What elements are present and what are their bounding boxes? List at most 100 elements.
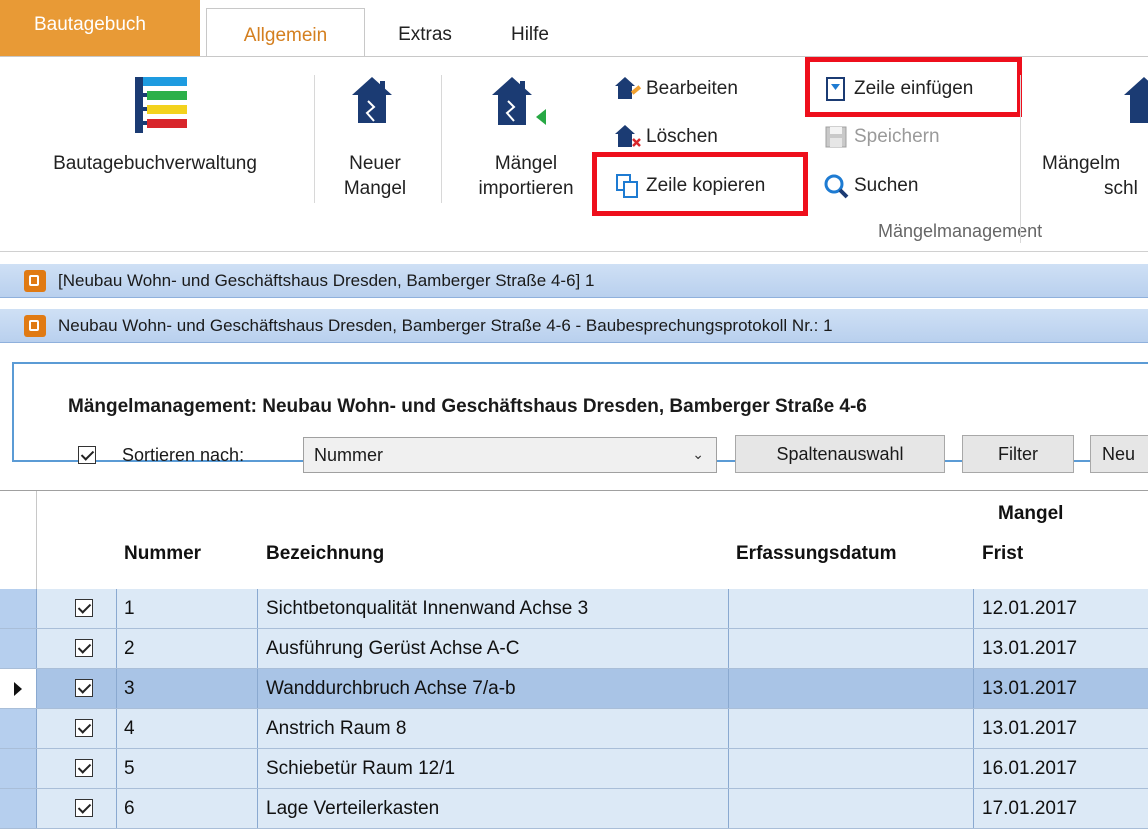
ribbon-separator (314, 75, 315, 203)
table-row[interactable]: 3 Wanddurchbruch Achse 7/a-b 13.01.2017 (0, 669, 1148, 709)
speichern-label: Speichern (854, 126, 940, 147)
tab-bautagebuch[interactable]: Bautagebuch (0, 0, 200, 56)
table-row[interactable]: 4 Anstrich Raum 8 13.01.2017 (0, 709, 1148, 749)
table-row[interactable]: 2 Ausführung Gerüst Achse A-C 13.01.2017 (0, 629, 1148, 669)
cell-nummer[interactable]: 2 (124, 629, 135, 668)
cell-divider (116, 749, 117, 788)
cell-nummer[interactable]: 1 (124, 589, 135, 628)
column-header-nummer[interactable]: Nummer (124, 543, 201, 565)
row-checkbox[interactable] (75, 679, 93, 697)
cell-divider (116, 709, 117, 748)
neu-button[interactable]: Neu (1090, 435, 1148, 473)
cell-divider (973, 669, 974, 708)
maengelmanagement-group-label: Mängelmanagement (878, 221, 1043, 241)
cell-bezeichnung[interactable]: Lage Verteilerkasten (266, 789, 439, 828)
column-header-frist[interactable]: Frist (982, 543, 1023, 565)
maengel-importieren-label-line1: Mängel (494, 153, 558, 174)
cell-bezeichnung[interactable]: Wanddurchbruch Achse 7/a-b (266, 669, 516, 708)
bautagebuchverwaltung-button[interactable]: Bautagebuchverwaltung (0, 57, 310, 207)
document-tab-1[interactable]: [Neubau Wohn- und Geschäftshaus Dresden,… (0, 264, 1148, 298)
cell-nummer[interactable]: 3 (124, 669, 135, 708)
cell-nummer[interactable]: 4 (124, 709, 135, 748)
row-header[interactable] (0, 629, 37, 668)
house-icon (352, 77, 392, 123)
cell-frist[interactable]: 12.01.2017 (982, 589, 1077, 628)
cell-divider (973, 709, 974, 748)
cell-divider (973, 629, 974, 668)
tab-allgemein-label: Allgemein (243, 25, 328, 46)
bearbeiten-button[interactable]: Bearbeiten (614, 72, 738, 106)
zeile-kopieren-highlight (592, 152, 808, 216)
column-header-bezeichnung[interactable]: Bezeichnung (266, 543, 384, 565)
tab-allgemein[interactable]: Allgemein (206, 8, 365, 57)
sort-select[interactable]: Nummer ⌄ (303, 437, 717, 473)
cell-divider (257, 789, 258, 828)
panel-title: Mängelmanagement: Neubau Wohn- und Gesch… (68, 396, 867, 417)
document-list-icon (135, 77, 187, 133)
cell-frist[interactable]: 16.01.2017 (982, 749, 1077, 788)
cell-divider (728, 669, 729, 708)
suchen-button[interactable]: Suchen (822, 169, 918, 203)
sort-label: Sortieren nach: (122, 445, 245, 465)
row-header[interactable] (0, 789, 37, 828)
row-checkbox[interactable] (75, 799, 93, 817)
bearbeiten-label: Bearbeiten (646, 78, 738, 99)
maengel-importieren-button[interactable]: Mängel importieren (462, 57, 590, 207)
speichern-button[interactable]: Speichern (822, 120, 940, 154)
maengel-importieren-label-line2: importieren (478, 178, 574, 199)
house-import-icon (492, 77, 546, 125)
cell-frist[interactable]: 17.01.2017 (982, 789, 1077, 828)
table-row[interactable]: 5 Schiebetür Raum 12/1 16.01.2017 (0, 749, 1148, 789)
spaltenauswahl-button[interactable]: Spaltenauswahl (735, 435, 945, 473)
suchen-label: Suchen (854, 175, 919, 196)
neuer-mangel-button[interactable]: Neuer Mangel (320, 57, 430, 207)
document-icon (24, 314, 46, 337)
document-icon (24, 269, 46, 292)
grid-header-divider (36, 491, 37, 589)
filter-button[interactable]: Filter (962, 435, 1074, 473)
cell-divider (257, 589, 258, 628)
row-checkbox[interactable] (75, 599, 93, 617)
ribbon-tab-bar: Bautagebuch Allgemein Extras Hilfe (0, 0, 1148, 57)
neuer-mangel-label: Neuer Mangel (320, 151, 430, 201)
cell-bezeichnung[interactable]: Sichtbetonqualität Innenwand Achse 3 (266, 589, 588, 628)
row-header[interactable] (0, 709, 37, 748)
row-header[interactable] (0, 669, 37, 708)
document-tab-2-label: Neubau Wohn- und Geschäftshaus Dresden, … (58, 315, 833, 335)
cell-bezeichnung[interactable]: Ausführung Gerüst Achse A-C (266, 629, 519, 668)
row-header[interactable] (0, 749, 37, 788)
table-row[interactable]: 6 Lage Verteilerkasten 17.01.2017 (0, 789, 1148, 829)
cell-frist[interactable]: 13.01.2017 (982, 629, 1077, 668)
ribbon: Bautagebuchverwaltung Neuer Mangel Mänge… (0, 56, 1148, 252)
group-header-mangel: Mangel (998, 503, 1064, 524)
cell-divider (973, 749, 974, 788)
cell-nummer[interactable]: 6 (124, 789, 135, 828)
cell-bezeichnung[interactable]: Anstrich Raum 8 (266, 709, 406, 748)
cell-frist[interactable]: 13.01.2017 (982, 709, 1077, 748)
column-header-erfassungsdatum[interactable]: Erfassungsdatum (736, 543, 896, 565)
tab-extras[interactable]: Extras (380, 8, 470, 57)
cell-divider (257, 629, 258, 668)
cell-bezeichnung[interactable]: Schiebetür Raum 12/1 (266, 749, 455, 788)
cell-divider (257, 749, 258, 788)
row-checkbox[interactable] (75, 639, 93, 657)
cell-divider (728, 629, 729, 668)
loeschen-button[interactable]: Löschen (614, 120, 718, 154)
tab-hilfe[interactable]: Hilfe (490, 8, 570, 57)
cell-frist[interactable]: 13.01.2017 (982, 669, 1077, 708)
cell-divider (728, 589, 729, 628)
maengelmeldung-button[interactable]: Mängelm schl (1030, 57, 1148, 207)
house-icon (1124, 77, 1148, 123)
neuer-mangel-label-line1: Neuer (349, 153, 401, 174)
cell-nummer[interactable]: 5 (124, 749, 135, 788)
panel-checkbox[interactable] (78, 446, 96, 464)
bautagebuchverwaltung-label: Bautagebuchverwaltung (53, 153, 257, 174)
row-checkbox[interactable] (75, 719, 93, 737)
maengel-grid: Mangel Nummer Bezeichnung Erfassungsdatu… (0, 490, 1148, 829)
spaltenauswahl-label: Spaltenauswahl (776, 443, 904, 464)
table-row[interactable]: 1 Sichtbetonqualität Innenwand Achse 3 12.… (0, 589, 1148, 629)
row-checkbox[interactable] (75, 759, 93, 777)
document-tab-2[interactable]: Neubau Wohn- und Geschäftshaus Dresden, … (0, 309, 1148, 343)
neu-label: Neu (1102, 443, 1136, 464)
row-header[interactable] (0, 589, 37, 628)
